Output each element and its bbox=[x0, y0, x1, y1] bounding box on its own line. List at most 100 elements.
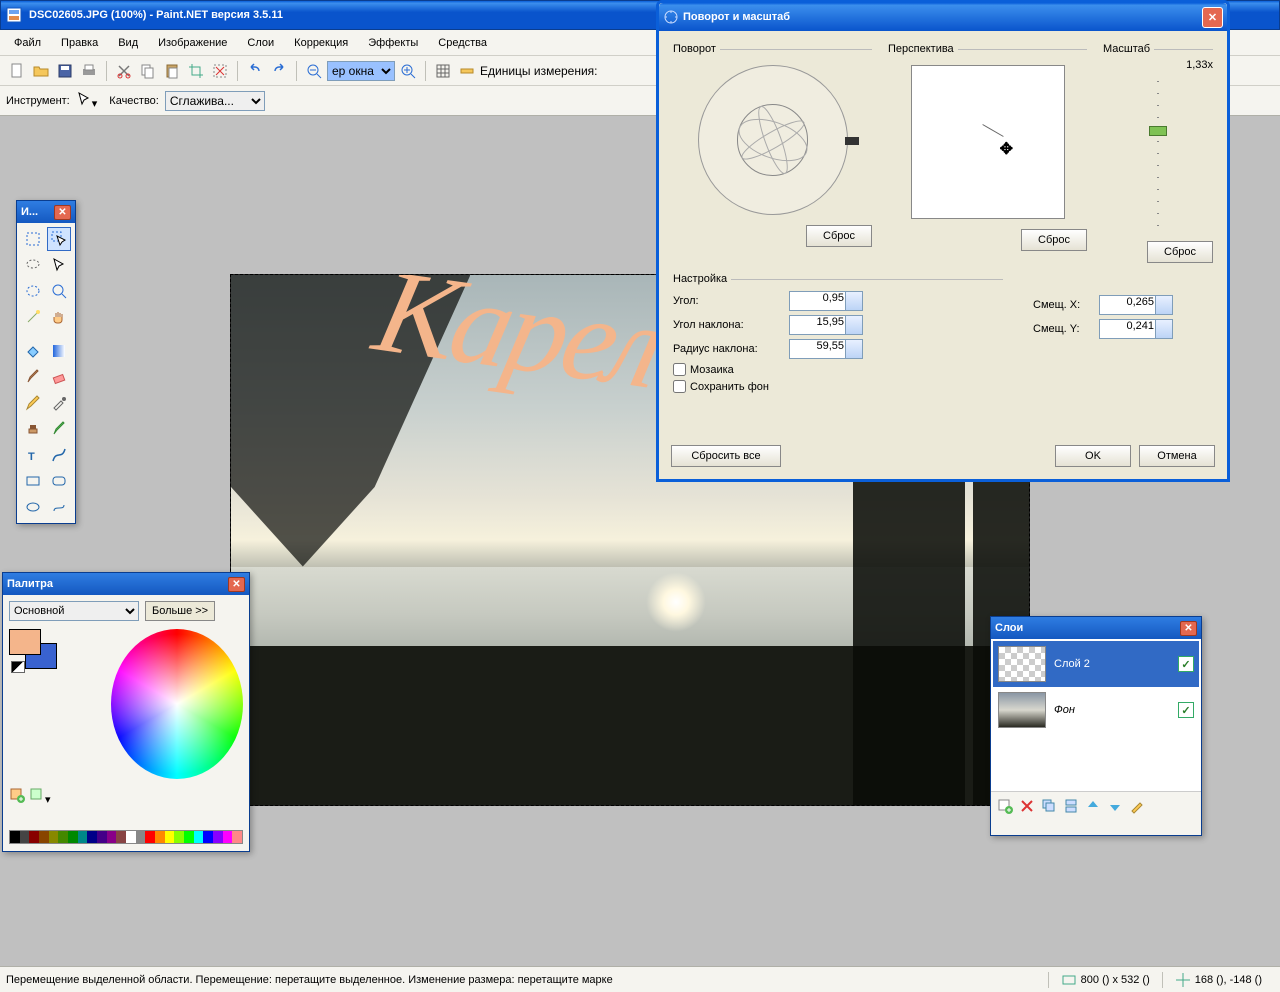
add-color-button[interactable] bbox=[9, 787, 25, 806]
tool-recolor[interactable] bbox=[47, 417, 71, 441]
tile-checkbox[interactable] bbox=[673, 363, 686, 376]
tool-move[interactable] bbox=[47, 253, 71, 277]
tool-rect[interactable] bbox=[21, 469, 45, 493]
palette-swatch[interactable] bbox=[97, 831, 107, 843]
cancel-button[interactable]: Отмена bbox=[1139, 445, 1215, 467]
color-mode-select[interactable]: Основной bbox=[9, 601, 139, 621]
zoom-out-button[interactable] bbox=[303, 60, 325, 82]
tool-roundrect[interactable] bbox=[47, 469, 71, 493]
palette-swatch[interactable] bbox=[145, 831, 155, 843]
menu-view[interactable]: Вид bbox=[108, 33, 148, 53]
close-icon[interactable]: ✕ bbox=[1180, 621, 1197, 636]
tilt-angle-input[interactable]: 15,95 bbox=[789, 315, 863, 335]
tool-move-selection[interactable] bbox=[47, 227, 71, 251]
close-icon[interactable]: ✕ bbox=[228, 577, 245, 592]
crop-button[interactable] bbox=[185, 60, 207, 82]
delete-layer-button[interactable] bbox=[1017, 796, 1037, 816]
tool-gradient[interactable] bbox=[47, 339, 71, 363]
tilt-radius-input[interactable]: 59,55 bbox=[789, 339, 863, 359]
layer-visibility-checkbox[interactable]: ✓ bbox=[1178, 656, 1194, 672]
add-layer-button[interactable] bbox=[995, 796, 1015, 816]
palette-swatch[interactable] bbox=[116, 831, 126, 843]
save-button[interactable] bbox=[54, 60, 76, 82]
tool-line[interactable] bbox=[47, 443, 71, 467]
zoom-select[interactable]: ер окна bbox=[327, 61, 395, 81]
perspective-pad[interactable]: ✥ bbox=[911, 65, 1065, 219]
layer-properties-button[interactable] bbox=[1127, 796, 1147, 816]
deselect-button[interactable] bbox=[209, 60, 231, 82]
tool-rect-select[interactable] bbox=[21, 227, 45, 251]
print-button[interactable] bbox=[78, 60, 100, 82]
palette-swatch[interactable] bbox=[39, 831, 49, 843]
quality-select[interactable]: Сглажива... bbox=[165, 91, 265, 111]
tool-clone[interactable] bbox=[21, 417, 45, 441]
menu-edit[interactable]: Правка bbox=[51, 33, 108, 53]
tool-magic-wand[interactable] bbox=[21, 305, 45, 329]
open-button[interactable] bbox=[30, 60, 52, 82]
keep-bg-checkbox[interactable] bbox=[673, 380, 686, 393]
reset-scale-button[interactable]: Сброс bbox=[1147, 241, 1213, 263]
tool-text[interactable]: T bbox=[21, 443, 45, 467]
angle-input[interactable]: 0,95 bbox=[789, 291, 863, 311]
tool-pan[interactable] bbox=[47, 305, 71, 329]
palette-swatch[interactable] bbox=[49, 831, 59, 843]
merge-down-button[interactable] bbox=[1061, 796, 1081, 816]
palette-swatch[interactable] bbox=[155, 831, 165, 843]
tool-ellipse-select[interactable] bbox=[21, 279, 45, 303]
zoom-in-button[interactable] bbox=[397, 60, 419, 82]
menu-file[interactable]: Файл bbox=[4, 33, 51, 53]
palette-swatch[interactable] bbox=[107, 831, 117, 843]
reset-rotation-button[interactable]: Сброс bbox=[806, 225, 872, 247]
palette-swatch[interactable] bbox=[223, 831, 233, 843]
move-up-button[interactable] bbox=[1083, 796, 1103, 816]
close-icon[interactable]: ✕ bbox=[1202, 7, 1223, 28]
tool-eraser[interactable] bbox=[47, 365, 71, 389]
tool-brush[interactable] bbox=[21, 365, 45, 389]
undo-button[interactable] bbox=[244, 60, 266, 82]
palette-swatch[interactable] bbox=[29, 831, 39, 843]
tool-ellipse[interactable] bbox=[21, 495, 45, 519]
new-button[interactable] bbox=[6, 60, 28, 82]
layers-window-titlebar[interactable]: Слои ✕ bbox=[991, 617, 1201, 639]
color-swatches[interactable] bbox=[9, 629, 51, 673]
tool-freeform[interactable] bbox=[47, 495, 71, 519]
offset-y-input[interactable]: 0,241 bbox=[1099, 319, 1173, 339]
tool-picker[interactable] bbox=[47, 391, 71, 415]
colors-window-titlebar[interactable]: Палитра ✕ bbox=[3, 573, 249, 595]
palette-swatch[interactable] bbox=[203, 831, 213, 843]
palette-swatch[interactable] bbox=[232, 831, 242, 843]
close-icon[interactable]: ✕ bbox=[54, 205, 71, 220]
reset-perspective-button[interactable]: Сброс bbox=[1021, 229, 1087, 251]
copy-button[interactable] bbox=[137, 60, 159, 82]
layer-visibility-checkbox[interactable]: ✓ bbox=[1178, 702, 1194, 718]
more-button[interactable]: Больше >> bbox=[145, 601, 215, 621]
colors-window[interactable]: Палитра ✕ Основной Больше >> ▾ bbox=[2, 572, 250, 852]
reset-all-button[interactable]: Сбросить все bbox=[671, 445, 781, 467]
menu-tools[interactable]: Средства bbox=[428, 33, 497, 53]
menu-image[interactable]: Изображение bbox=[148, 33, 237, 53]
rotation-ball[interactable] bbox=[698, 65, 848, 215]
ok-button[interactable]: OK bbox=[1055, 445, 1131, 467]
palette-swatch[interactable] bbox=[184, 831, 194, 843]
layers-window[interactable]: Слои ✕ Слой 2 ✓ Фон ✓ bbox=[990, 616, 1202, 836]
palette-swatch[interactable] bbox=[20, 831, 30, 843]
move-down-button[interactable] bbox=[1105, 796, 1125, 816]
palette-strip[interactable] bbox=[9, 830, 243, 844]
bw-reset-icon[interactable] bbox=[11, 661, 25, 673]
redo-button[interactable] bbox=[268, 60, 290, 82]
palette-swatch[interactable] bbox=[87, 831, 97, 843]
tool-fill[interactable] bbox=[21, 339, 45, 363]
palette-swatch[interactable] bbox=[10, 831, 20, 843]
tool-lasso[interactable] bbox=[21, 253, 45, 277]
layer-row[interactable]: Фон ✓ bbox=[993, 687, 1199, 733]
duplicate-layer-button[interactable] bbox=[1039, 796, 1059, 816]
palette-swatch[interactable] bbox=[78, 831, 88, 843]
tool-zoom[interactable] bbox=[47, 279, 71, 303]
palette-menu-button[interactable]: ▾ bbox=[29, 787, 51, 806]
menu-effects[interactable]: Эффекты bbox=[358, 33, 428, 53]
layer-row[interactable]: Слой 2 ✓ bbox=[993, 641, 1199, 687]
color-wheel[interactable] bbox=[111, 629, 243, 779]
menu-correction[interactable]: Коррекция bbox=[284, 33, 358, 53]
palette-swatch[interactable] bbox=[126, 831, 136, 843]
ruler-button[interactable] bbox=[456, 60, 478, 82]
